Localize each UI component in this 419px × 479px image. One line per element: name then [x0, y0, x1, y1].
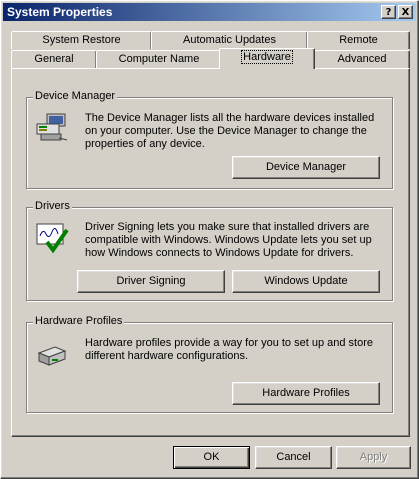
tab-label: Hardware: [241, 50, 293, 64]
close-button[interactable]: X: [398, 5, 413, 19]
tab-computer-name[interactable]: Computer Name: [96, 50, 222, 68]
group-title: Hardware Profiles: [33, 315, 125, 327]
tab-general[interactable]: General: [11, 50, 97, 68]
tab-advanced[interactable]: Advanced: [314, 50, 410, 68]
device-manager-group: Device Manager The Device Manager lists …: [26, 90, 393, 189]
hardware-profiles-description: Hardware profiles provide a way for you …: [85, 337, 373, 362]
group-title: Drivers: [33, 200, 72, 212]
hardware-tab-panel: Device Manager The Device Manager lists …: [11, 68, 410, 437]
button-label: Driver Signing: [116, 275, 186, 287]
cancel-button[interactable]: Cancel: [255, 446, 332, 469]
hardware-profiles-icon: [35, 337, 69, 371]
system-properties-window: System Properties ? X System Restore Aut…: [0, 0, 419, 479]
device-manager-icon: [35, 110, 69, 144]
group-title: Device Manager: [33, 90, 118, 102]
tab-label: General: [34, 53, 74, 65]
button-label: Hardware Profiles: [262, 387, 350, 399]
tab-label: Remote: [339, 34, 378, 46]
button-label: Windows Update: [264, 275, 348, 287]
tab-label: Advanced: [337, 53, 387, 65]
button-label: OK: [203, 451, 220, 463]
hardware-profiles-group: Hardware Profiles Hardware profiles prov…: [26, 315, 393, 413]
button-label: Apply: [359, 451, 388, 463]
title-bar[interactable]: System Properties ? X: [3, 3, 416, 21]
tab-hardware[interactable]: Hardware: [219, 48, 315, 69]
tab-system-restore[interactable]: System Restore: [11, 31, 152, 49]
drivers-description: Driver Signing lets you make sure that i…: [85, 221, 372, 259]
hardware-profiles-button[interactable]: Hardware Profiles: [232, 382, 380, 405]
ok-button[interactable]: OK: [173, 446, 250, 469]
window-title: System Properties: [7, 5, 113, 19]
tab-label: Automatic Updates: [183, 34, 276, 46]
tab-remote[interactable]: Remote: [307, 31, 410, 49]
tab-label: Computer Name: [118, 53, 200, 65]
button-label: Device Manager: [265, 161, 347, 173]
apply-button[interactable]: Apply: [336, 446, 411, 469]
tab-automatic-updates[interactable]: Automatic Updates: [151, 31, 308, 49]
help-button[interactable]: ?: [381, 5, 396, 19]
windows-update-button[interactable]: Windows Update: [232, 270, 380, 293]
drivers-group: Drivers Driver Signing lets you make sur…: [26, 200, 393, 301]
button-label: Cancel: [276, 451, 311, 463]
device-manager-description: The Device Manager lists all the hardwar…: [85, 112, 375, 150]
device-manager-button[interactable]: Device Manager: [232, 156, 380, 179]
driver-signing-button[interactable]: Driver Signing: [77, 270, 225, 293]
tab-label: System Restore: [42, 34, 121, 46]
driver-signing-icon: [35, 220, 69, 254]
